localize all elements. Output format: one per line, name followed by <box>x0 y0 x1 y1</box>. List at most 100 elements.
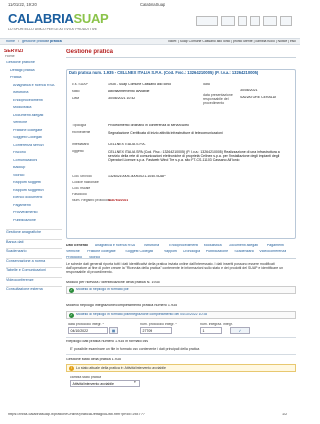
logo-part-1: CALABRIA <box>8 11 74 26</box>
tab[interactable]: Cronologia <box>183 250 200 254</box>
logo-tagline: LO SPORTELLO UNICO PER LE ATTIVITA' PROD… <box>8 28 98 31</box>
sidebar-item[interactable]: Gestione anagrafiche <box>6 229 62 235</box>
tab[interactable]: Modulistica <box>204 244 222 248</box>
sidebar-item[interactable]: Elenco documenti <box>13 196 69 200</box>
sidebar-item[interactable]: Documenti allegati <box>13 114 69 118</box>
field-value: 30/08/2021 <box>240 89 258 92</box>
sidebar-item[interactable]: Provvedimento <box>13 211 69 215</box>
field-value: Attività/intervento avviabile <box>108 90 150 93</box>
print-url: https://inbia.calabriasuap.it/praticheOn… <box>8 413 145 416</box>
section-integrazione-title: Modello riepilogo integrazione/completam… <box>66 304 178 307</box>
section-divider <box>66 337 296 338</box>
field-label: Num. Registro protocollo <box>72 199 111 202</box>
calendar-icon[interactable]: ▦ <box>109 327 118 334</box>
sidebar-item[interactable]: Modulistica <box>13 106 69 110</box>
sidebar-item[interactable]: Conservazione a norma <box>6 257 62 264</box>
change-status-label: cambia stato pratica <box>70 376 102 379</box>
sidebar-item[interactable]: Istruttoria <box>13 91 69 95</box>
print-page-title: CalabriaSuap <box>140 3 166 7</box>
tab[interactable]: Scadenzario <box>234 250 254 254</box>
sidebar-item[interactable]: Storico <box>13 174 69 178</box>
save-protocol-button[interactable]: ✓ <box>230 327 250 334</box>
sidebar-item[interactable]: Rapporti soggettivi <box>13 189 69 193</box>
logo-part-2: SUAP <box>73 11 109 26</box>
protocol-date-input[interactable]: 04/10/2022 <box>68 327 108 334</box>
tab[interactable]: Pratiche collegate <box>87 250 116 254</box>
tab[interactable]: Istruttoria <box>144 244 159 248</box>
sidebar-item[interactable]: Banca dati <box>6 238 62 245</box>
site-logo[interactable]: CALABRIASUAP <box>8 11 109 26</box>
sidebar-item[interactable]: Verifiche <box>13 121 69 125</box>
print-datetime: 11/01/22, 19:20 <box>8 3 37 7</box>
field-label: Richiedente <box>72 131 91 134</box>
stato-note: Lo stato attuale della pratica è: Attivi… <box>76 366 166 370</box>
field-label: Cod. univoco <box>72 175 93 178</box>
intro-note: Le schede dati generali riporta tutti i … <box>66 262 284 275</box>
sidebar-item[interactable]: Scadenzario <box>6 248 62 254</box>
tab[interactable]: Soggetti Collegati <box>125 250 153 254</box>
tab[interactable]: Verifiche <box>66 250 80 254</box>
chevron-down-icon: ▾ <box>134 381 136 384</box>
field-value: 30/08/2021 10:42 <box>108 97 136 100</box>
pratica-box-title: Dati pratica num. 1.935 - CELLNEX ITALIA… <box>69 71 259 75</box>
field-label: data <box>203 83 210 86</box>
tab[interactable]: Endoprocedimenti <box>169 244 198 248</box>
change-status-select[interactable]: Attività/intervento avviabile <box>70 380 140 387</box>
por-logo-icon <box>280 16 293 26</box>
tab[interactable]: Pubblicazione <box>206 250 228 254</box>
sidebar-item[interactable]: Soggetti Collegati <box>13 136 69 140</box>
title-divider <box>66 57 296 58</box>
field-value: 1935 - Suap Comune Cassano allo Ionio <box>108 83 172 86</box>
sidebar-item[interactable]: Videoconferenze <box>6 276 62 283</box>
sidebar-item[interactable]: Endoprocedimenti <box>13 99 69 103</box>
section-riepilogo-title: Riepilogo dati pratica numero 1.935 in f… <box>66 340 149 343</box>
breadcrumb-separator: / <box>18 40 19 43</box>
sidebar-item[interactable]: Pratiche collegate <box>13 129 69 133</box>
tab[interactable]: Dati Generali <box>66 244 88 248</box>
sidebar-item[interactable]: Dettagli pratica <box>10 69 66 73</box>
sidebar-item[interactable]: Rapporti soggetti <box>13 181 69 185</box>
sidebar-item[interactable]: Gestione pratiche <box>6 61 62 65</box>
sidebar-item[interactable]: Conferenza servizi <box>13 144 69 148</box>
field-value: CELLNEX ITALIA S.P.A. <box>108 143 146 146</box>
sponsor-logos <box>196 14 293 28</box>
tab[interactable]: Pagamenti <box>267 244 284 248</box>
tab[interactable]: Videoconferenza <box>259 250 286 254</box>
sidebar-item[interactable]: Pubblicazione <box>13 219 69 223</box>
sidebar-item[interactable]: Comunicazioni <box>13 159 69 163</box>
tab[interactable]: Rapporti <box>164 250 178 254</box>
protocol-number-input[interactable]: 27709 <box>140 327 172 334</box>
sidebar-item[interactable]: Pratica <box>10 76 66 80</box>
breadcrumb-separator: / <box>46 40 47 43</box>
print-page-number: 1/2 <box>282 413 288 416</box>
riepilogo-note[interactable]: E' possibile esaminare un file in format… <box>70 347 294 351</box>
field-value: 418763/2021 <box>108 199 129 202</box>
user-bar[interactable]: Ticket: | Suap Comune Cassano allo Ionio… <box>110 40 296 43</box>
sidebar-item[interactable]: Fiscono <box>13 151 69 155</box>
integration-number-input[interactable]: 1 <box>200 327 222 334</box>
sidebar-item[interactable]: Pagamenti <box>13 204 69 208</box>
integrazione-pdf-link[interactable]: Modello di riepilogo in formato pdf/inte… <box>76 313 207 317</box>
sidebar-home[interactable]: Home <box>5 55 15 59</box>
warning-icon: ! <box>69 365 74 371</box>
tab[interactable]: Documenti allegati <box>229 244 259 248</box>
field-value: SALVATORE CERALDI <box>240 96 277 99</box>
field-value: 13264210005-30092021-1040.SUAP <box>108 175 166 178</box>
sidebar-item[interactable]: Anagrafica e ricerca RSA <box>13 84 69 88</box>
sidebar-item[interactable]: Tabelle e Comunicazioni <box>6 267 62 273</box>
section-stato-title: Gestione stato della pratica 1.935 <box>66 358 121 361</box>
breadcrumb-home[interactable]: home <box>6 40 15 44</box>
modulo-pdf-link[interactable]: Modello di riepilogo in formato pdf <box>76 288 129 292</box>
tab[interactable]: Anagrafica e ricerca RSA <box>95 244 135 248</box>
sidebar-item[interactable]: Consultazione esterna <box>6 286 62 292</box>
page-title: Gestione pratica <box>66 49 114 55</box>
fesr-logo-icon <box>196 16 218 26</box>
field-value: Procedimento ordinario in conferenza di … <box>108 124 189 127</box>
field-label: Tipologia <box>72 124 87 127</box>
sidebar-item[interactable]: Backup <box>13 166 69 170</box>
field-label: Codice nazionale <box>72 181 99 184</box>
integration-number-label: num. integraz. integr. <box>200 323 233 326</box>
field-label: Data <box>72 97 80 100</box>
breadcrumb-pratica: pratica <box>50 40 62 43</box>
field-value: CELLNEX ITALIA SPA (Cod. Fisc.: 13264210… <box>108 150 280 163</box>
